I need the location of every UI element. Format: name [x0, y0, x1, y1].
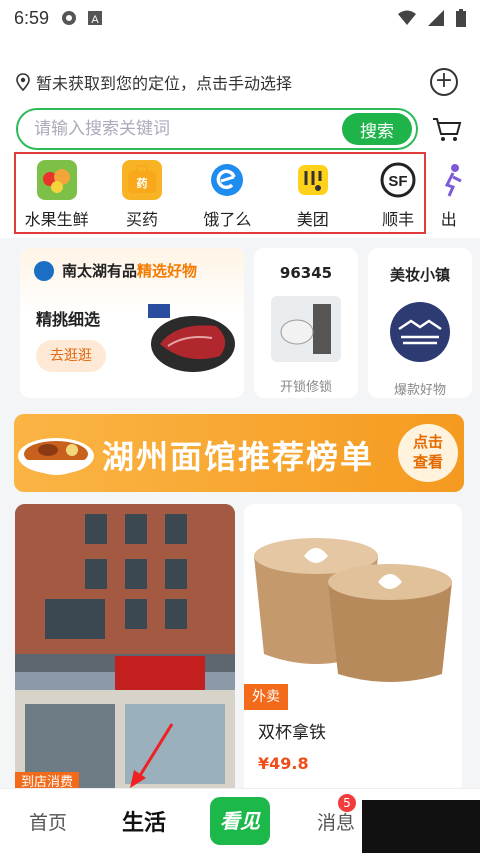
quick-item-sf[interactable]: SF 顺丰	[355, 156, 440, 234]
sf-express-icon: SF	[378, 160, 418, 200]
quick-item-label: 美团	[296, 210, 329, 229]
banner-button-line2: 查看	[412, 453, 443, 471]
noodle-ranking-banner[interactable]: 湖州面馆推荐榜单 点击 查看	[14, 414, 464, 492]
nav-home[interactable]: 首页	[0, 808, 96, 835]
quick-item-label: 饿了么	[203, 210, 252, 229]
card-lock-label: 开锁修锁	[279, 380, 332, 395]
card-subtitle: 精挑细选	[36, 310, 101, 329]
beauty-town-logo-icon	[390, 302, 450, 362]
quick-item-fruit[interactable]: 水果生鲜	[14, 156, 99, 234]
go-shopping-button[interactable]: 去逛逛	[36, 340, 106, 372]
location-selector[interactable]: 暂未获取到您的定位，点击手动选择	[16, 70, 292, 94]
svg-text:A: A	[91, 14, 99, 26]
banner-view-button[interactable]: 点击 查看	[398, 424, 458, 482]
quick-item-eleme[interactable]: 饿了么	[185, 156, 270, 234]
a-notification-icon: A	[88, 11, 103, 26]
banner-title: 湖州面馆推荐榜单	[102, 438, 375, 476]
meituan-icon	[293, 160, 333, 200]
red-pointer-arrow	[130, 723, 174, 788]
app-notification-icon	[62, 11, 77, 25]
quick-item-medicine[interactable]: 药 买药	[99, 156, 184, 234]
nav-life[interactable]: 生活	[96, 805, 192, 837]
feed-item-store[interactable]	[15, 504, 235, 794]
quick-item-label: 买药	[126, 210, 159, 229]
latte-price: ¥49.8	[258, 754, 309, 773]
eleme-icon	[207, 160, 247, 200]
battery-icon	[456, 9, 466, 27]
quick-item-runner[interactable]: 出	[441, 156, 480, 234]
location-text: 暂未获取到您的定位，点击手动选择	[36, 74, 293, 93]
lock-repair-image	[271, 296, 341, 362]
store-photo	[15, 504, 235, 794]
card-lock-title: 96345	[279, 264, 333, 282]
wifi-icon	[398, 10, 416, 25]
nav-messages-label: 消息	[316, 811, 355, 834]
shopping-cart-icon[interactable]	[432, 116, 462, 142]
banner-button-line1: 点击	[412, 433, 443, 451]
card-beauty-title: 美妆小镇	[389, 266, 450, 284]
quick-item-label: 水果生鲜	[24, 210, 89, 229]
nantaihu-logo-icon	[34, 260, 54, 281]
quick-item-meituan[interactable]: 美团	[270, 156, 355, 234]
tag-delivery: 外卖	[244, 684, 288, 710]
card-highlight: 精选好物	[137, 262, 198, 280]
overlay-black-block	[362, 800, 480, 853]
latte-title: 双杯拿铁	[258, 723, 326, 743]
svg-text:药: 药	[137, 176, 148, 190]
search-bar: 搜索	[16, 108, 418, 150]
search-input[interactable]	[18, 119, 342, 139]
messages-badge: 5	[338, 793, 356, 812]
signal-icon	[428, 10, 444, 26]
location-pin-icon	[16, 73, 30, 91]
quick-item-label: 出	[440, 210, 457, 229]
medicine-icon: 药	[122, 160, 163, 200]
card-beauty-label: 爆款好物	[393, 383, 446, 398]
add-button[interactable]: +	[430, 68, 458, 96]
card-beauty-town[interactable]: 美妆小镇 爆款好物	[368, 248, 472, 398]
steak-image	[148, 304, 235, 372]
quick-services: 水果生鲜 药 买药 饿了么 美团 SF 顺丰 出	[14, 156, 480, 234]
featured-cards: 南太湖有品 精选好物 精挑细选 去逛逛 96345 开锁修锁 美妆小镇 爆款好物	[0, 248, 480, 400]
search-button[interactable]: 搜索	[342, 113, 412, 145]
fruit-basket-icon	[36, 160, 77, 200]
feed-item-latte[interactable]: 外卖 双杯拿铁 ¥49.8	[244, 504, 462, 794]
header: 暂未获取到您的定位，点击手动选择 + 搜索 水果生鲜 药 买药 饿了么	[0, 36, 480, 238]
runner-icon	[441, 160, 465, 200]
svg-text:SF: SF	[389, 173, 408, 190]
noodle-bowl-image	[18, 438, 94, 475]
card-lock-service[interactable]: 96345 开锁修锁	[254, 248, 358, 398]
card-title: 南太湖有品 精选好物	[34, 260, 197, 281]
latte-photo	[244, 504, 462, 684]
nav-see[interactable]: 看见	[192, 797, 288, 845]
status-time: 6:59	[14, 7, 50, 28]
nav-see-button: 看见	[210, 797, 270, 845]
card-nantaihu[interactable]: 南太湖有品 精选好物 精挑细选 去逛逛	[20, 248, 244, 398]
card-brand: 南太湖有品	[62, 262, 138, 280]
quick-item-label: 顺丰	[382, 210, 415, 229]
status-bar: 6:59 A	[0, 0, 480, 36]
plus-icon: +	[434, 68, 454, 93]
